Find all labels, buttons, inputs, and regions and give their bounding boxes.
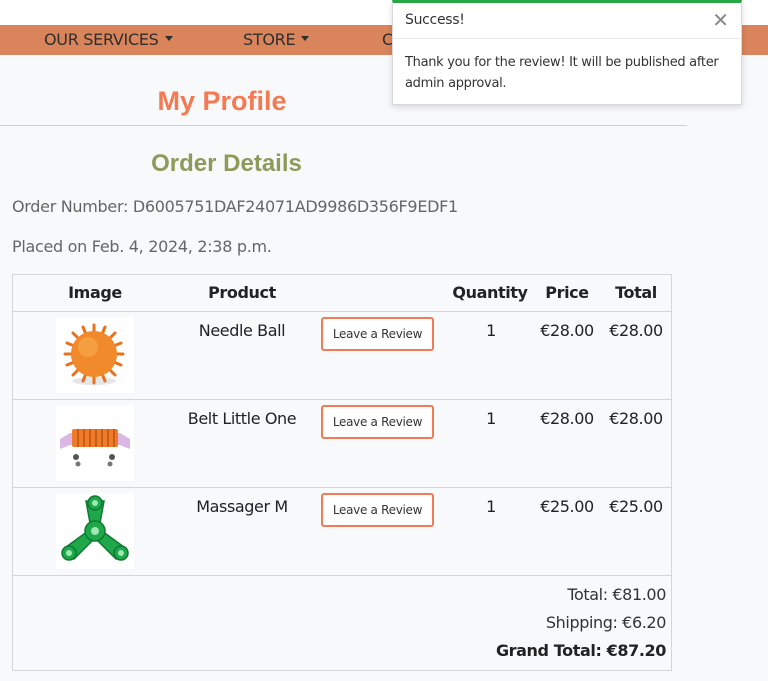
close-icon[interactable]: ✕ <box>712 8 729 33</box>
price-value: €25.00 <box>540 497 594 516</box>
price-value: €28.00 <box>540 409 594 428</box>
orange-spiky-ball-image[interactable] <box>56 317 134 393</box>
nav-store[interactable]: STORE <box>243 25 310 55</box>
row-divider <box>13 487 671 488</box>
quantity-value: 1 <box>486 321 496 340</box>
divider <box>0 125 687 126</box>
section-title: Order Details <box>151 150 302 177</box>
order-number: Order Number: D6005751DAF24071AD9986D356… <box>12 197 458 216</box>
page-title: My Profile <box>157 86 287 116</box>
order-total: Total: €81.00 <box>567 585 666 604</box>
column-header-price: Price <box>545 283 589 302</box>
total-value: €25.00 <box>609 497 663 516</box>
toast-message: Thank you for the review! It will be pub… <box>405 55 719 91</box>
total-value: €28.00 <box>609 321 663 340</box>
row-divider <box>13 399 671 400</box>
order-shipping: Shipping: €6.20 <box>545 613 666 632</box>
toast-title: Success! <box>405 12 465 28</box>
order-grand-total: Grand Total: €87.20 <box>495 641 666 660</box>
leave-review-button[interactable]: Leave a Review <box>321 317 434 351</box>
nav-our-services[interactable]: OUR SERVICES <box>44 25 173 55</box>
column-header-quantity: Quantity <box>452 283 528 302</box>
green-tri-massager-image[interactable] <box>56 493 134 569</box>
success-toast: Success! ✕ Thank you for the review! It … <box>392 0 742 105</box>
column-header-image: Image <box>68 283 122 302</box>
toast-header: Success! ✕ <box>393 3 741 39</box>
row-divider <box>13 311 671 312</box>
caret-down-icon <box>164 36 173 41</box>
nav-our-services-label: OUR SERVICES <box>44 30 159 49</box>
order-placed-date: Placed on Feb. 4, 2024, 2:38 p.m. <box>12 237 272 256</box>
price-value: €28.00 <box>540 321 594 340</box>
product-name[interactable]: Belt Little One <box>180 409 304 428</box>
row-divider <box>13 575 671 576</box>
leave-review-button[interactable]: Leave a Review <box>321 493 434 527</box>
massage-belt-image[interactable] <box>56 405 134 481</box>
leave-review-button[interactable]: Leave a Review <box>321 405 434 439</box>
total-value: €28.00 <box>609 409 663 428</box>
quantity-value: 1 <box>486 409 496 428</box>
quantity-value: 1 <box>486 497 496 516</box>
product-name[interactable]: Needle Ball <box>180 321 304 340</box>
column-header-total: Total <box>615 283 657 302</box>
nav-store-label: STORE <box>243 30 296 49</box>
caret-down-icon <box>301 36 310 41</box>
product-name[interactable]: Massager M <box>180 497 304 516</box>
column-header-product: Product <box>208 283 276 302</box>
